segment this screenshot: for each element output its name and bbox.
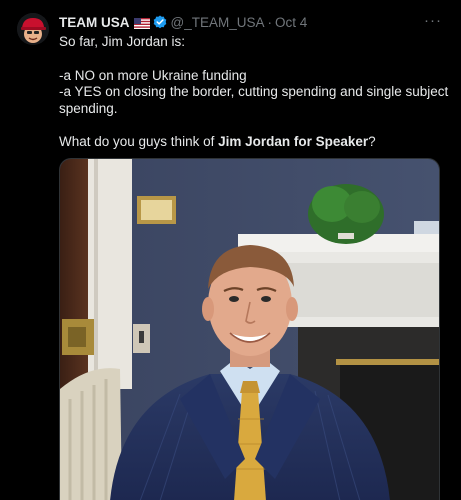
tweet-header: TEAM USA @_TEAM_USA · Oct 4 [59,13,307,31]
display-name[interactable]: TEAM USA [59,15,130,30]
photo-illustration [60,159,439,500]
avatar-red-cap-icon [17,13,49,45]
avatar[interactable] [17,13,49,45]
tweet-line-question: What do you guys think of Jim Jordan for… [59,134,451,151]
us-flag-icon [133,17,150,29]
question-prefix: What do you guys think of [59,134,219,149]
tweet-photo[interactable] [59,158,440,500]
tweet-line-item2: -a YES on closing the border, cutting sp… [59,84,449,116]
verified-badge-icon [153,15,167,29]
question-bold: Jim Jordan for Speaker [218,134,369,149]
tweet-line-item1: -a NO on more Ukraine funding [59,67,247,83]
tweet[interactable]: TEAM USA @_TEAM_USA · Oct 4 ··· So far, … [0,0,461,500]
more-options-icon[interactable]: ··· [421,10,445,32]
tweet-text: So far, Jim Jordan is: -a NO on more Ukr… [59,34,451,151]
question-suffix: ? [368,134,376,149]
tweet-date[interactable]: Oct 4 [275,15,307,30]
tweet-line-intro: So far, Jim Jordan is: [59,34,186,49]
user-handle[interactable]: @_TEAM_USA [171,15,265,30]
separator-dot: · [267,14,272,30]
